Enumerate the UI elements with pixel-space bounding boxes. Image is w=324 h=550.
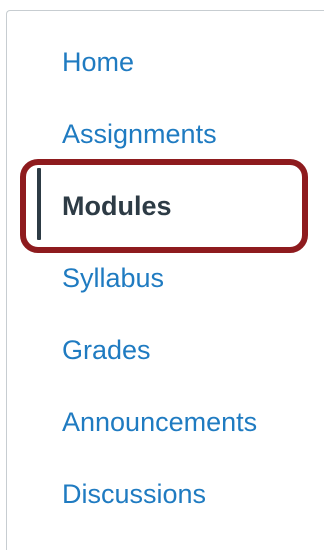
nav-item-home[interactable]: Home (62, 42, 134, 82)
nav-item-discussions[interactable]: Discussions (62, 474, 206, 514)
nav-item-assignments[interactable]: Assignments (62, 114, 217, 154)
course-navigation-panel (6, 10, 324, 550)
nav-item-announcements[interactable]: Announcements (62, 402, 257, 442)
nav-item-grades[interactable]: Grades (62, 330, 151, 370)
nav-item-syllabus[interactable]: Syllabus (62, 258, 164, 298)
highlight-callout-box (20, 159, 308, 253)
